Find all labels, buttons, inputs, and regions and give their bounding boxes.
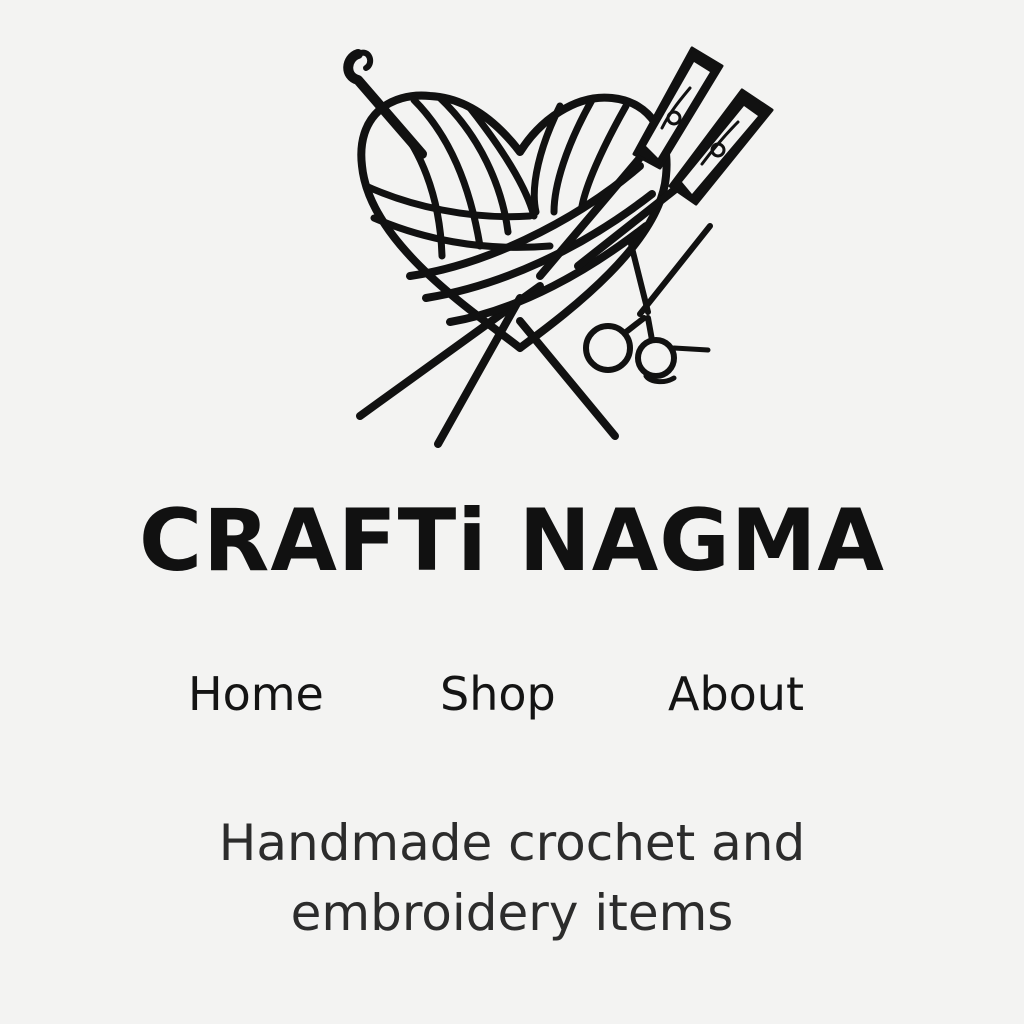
main-nav: Home Shop About [0, 664, 1024, 724]
tagline: Handmade crochet and embroidery items [218, 814, 806, 942]
nav-about-link[interactable]: About [668, 664, 804, 724]
brand-title: CRAFTi NAGMA [139, 491, 885, 591]
nav-shop-link[interactable]: Shop [440, 664, 556, 724]
yarn-heart-with-needles-and-scissors-icon [343, 46, 774, 448]
nav-home-link[interactable]: Home [188, 664, 324, 724]
brand-logo [330, 36, 790, 456]
landing-page: CRAFTi NAGMA Home Shop About Handmade cr… [0, 0, 1024, 1024]
